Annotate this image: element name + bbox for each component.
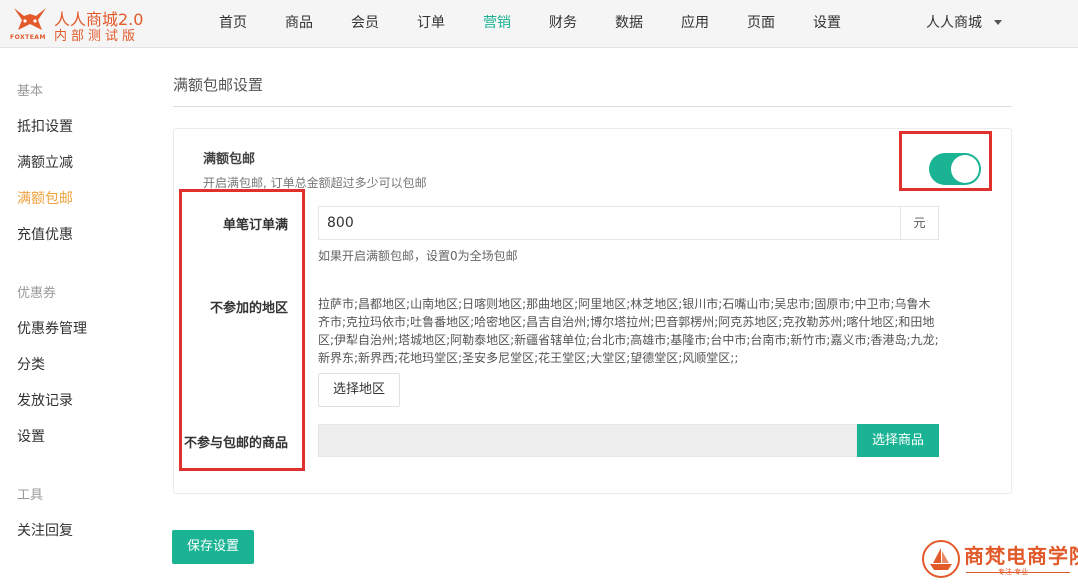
section-title: 满额包邮 [203, 152, 256, 167]
select-goods-button[interactable]: 选择商品 [857, 424, 939, 457]
sidebar-item-coupon-settings[interactable]: 设置 [17, 426, 45, 446]
labels-highlight-box [179, 189, 305, 471]
nav-orders[interactable]: 订单 [398, 0, 464, 48]
sidebar-item-full-reduction[interactable]: 满额立减 [17, 152, 73, 172]
brand-subtitle: 内部测试版 [54, 29, 140, 44]
nav-data[interactable]: 数据 [596, 0, 662, 48]
nav-members[interactable]: 会员 [332, 0, 398, 48]
min-order-help: 如果开启满额包邮，设置0为全场包邮 [318, 249, 518, 263]
sidebar-group-tools: 工具 [17, 488, 44, 503]
excluded-goods-field[interactable] [318, 424, 857, 457]
main-nav: 首页 商品 会员 订单 营销 财务 数据 应用 页面 设置 [200, 0, 860, 48]
min-order-input[interactable]: 800 [318, 206, 900, 240]
sidebar-item-recharge-discount[interactable]: 充值优惠 [17, 224, 73, 244]
sidebar-item-coupon-manage[interactable]: 优惠券管理 [17, 318, 87, 338]
nav-pages[interactable]: 页面 [728, 0, 794, 48]
select-region-button[interactable]: 选择地区 [318, 373, 400, 407]
academy-logo-icon [922, 540, 960, 578]
sidebar: 基本 抵扣设置 满额立减 满额包邮 充值优惠 优惠券 优惠券管理 分类 发放记录… [0, 49, 150, 585]
sidebar-item-issue-records[interactable]: 发放记录 [17, 390, 73, 410]
excluded-regions-list: 拉萨市;昌都地区;山南地区;日喀则地区;那曲地区;阿里地区;林芝地区;银川市;石… [318, 297, 939, 365]
top-navbar: FOXTEAM 人人商城2.0 内部测试版 首页 商品 会员 订单 营销 财务 … [0, 0, 1078, 48]
min-order-input-group: 800 元 [318, 206, 939, 240]
academy-watermark: 商梵电商学院 专注·专业 [922, 538, 1078, 582]
nav-apps[interactable]: 应用 [662, 0, 728, 48]
academy-tagline: 专注·专业 [998, 568, 1029, 576]
user-menu[interactable]: 人人商城 [926, 0, 982, 48]
sidebar-item-deduction[interactable]: 抵扣设置 [17, 116, 73, 136]
brand-logo[interactable]: FOXTEAM 人人商城2.0 内部测试版 [8, 4, 158, 44]
nav-home[interactable]: 首页 [200, 0, 266, 48]
caret-down-icon[interactable] [994, 20, 1002, 25]
ship-icon [930, 548, 952, 570]
sidebar-item-follow-reply[interactable]: 关注回复 [17, 520, 73, 540]
nav-settings[interactable]: 设置 [794, 0, 860, 48]
title-divider [173, 106, 1012, 107]
fox-logo-icon [14, 8, 46, 30]
nav-marketing[interactable]: 营销 [464, 0, 530, 48]
currency-unit: 元 [900, 206, 939, 240]
sidebar-group-basic: 基本 [17, 84, 44, 99]
toggle-highlight-box [899, 131, 992, 191]
nav-goods[interactable]: 商品 [266, 0, 332, 48]
page-title: 满额包邮设置 [173, 76, 264, 94]
academy-name: 商梵电商学院 [964, 544, 1078, 568]
sidebar-item-free-shipping[interactable]: 满额包邮 [17, 188, 73, 208]
save-settings-button[interactable]: 保存设置 [172, 530, 254, 564]
nav-finance[interactable]: 财务 [530, 0, 596, 48]
sidebar-group-coupons: 优惠券 [17, 286, 57, 301]
brand-tag: FOXTEAM [10, 34, 46, 41]
sidebar-item-category[interactable]: 分类 [17, 354, 45, 374]
